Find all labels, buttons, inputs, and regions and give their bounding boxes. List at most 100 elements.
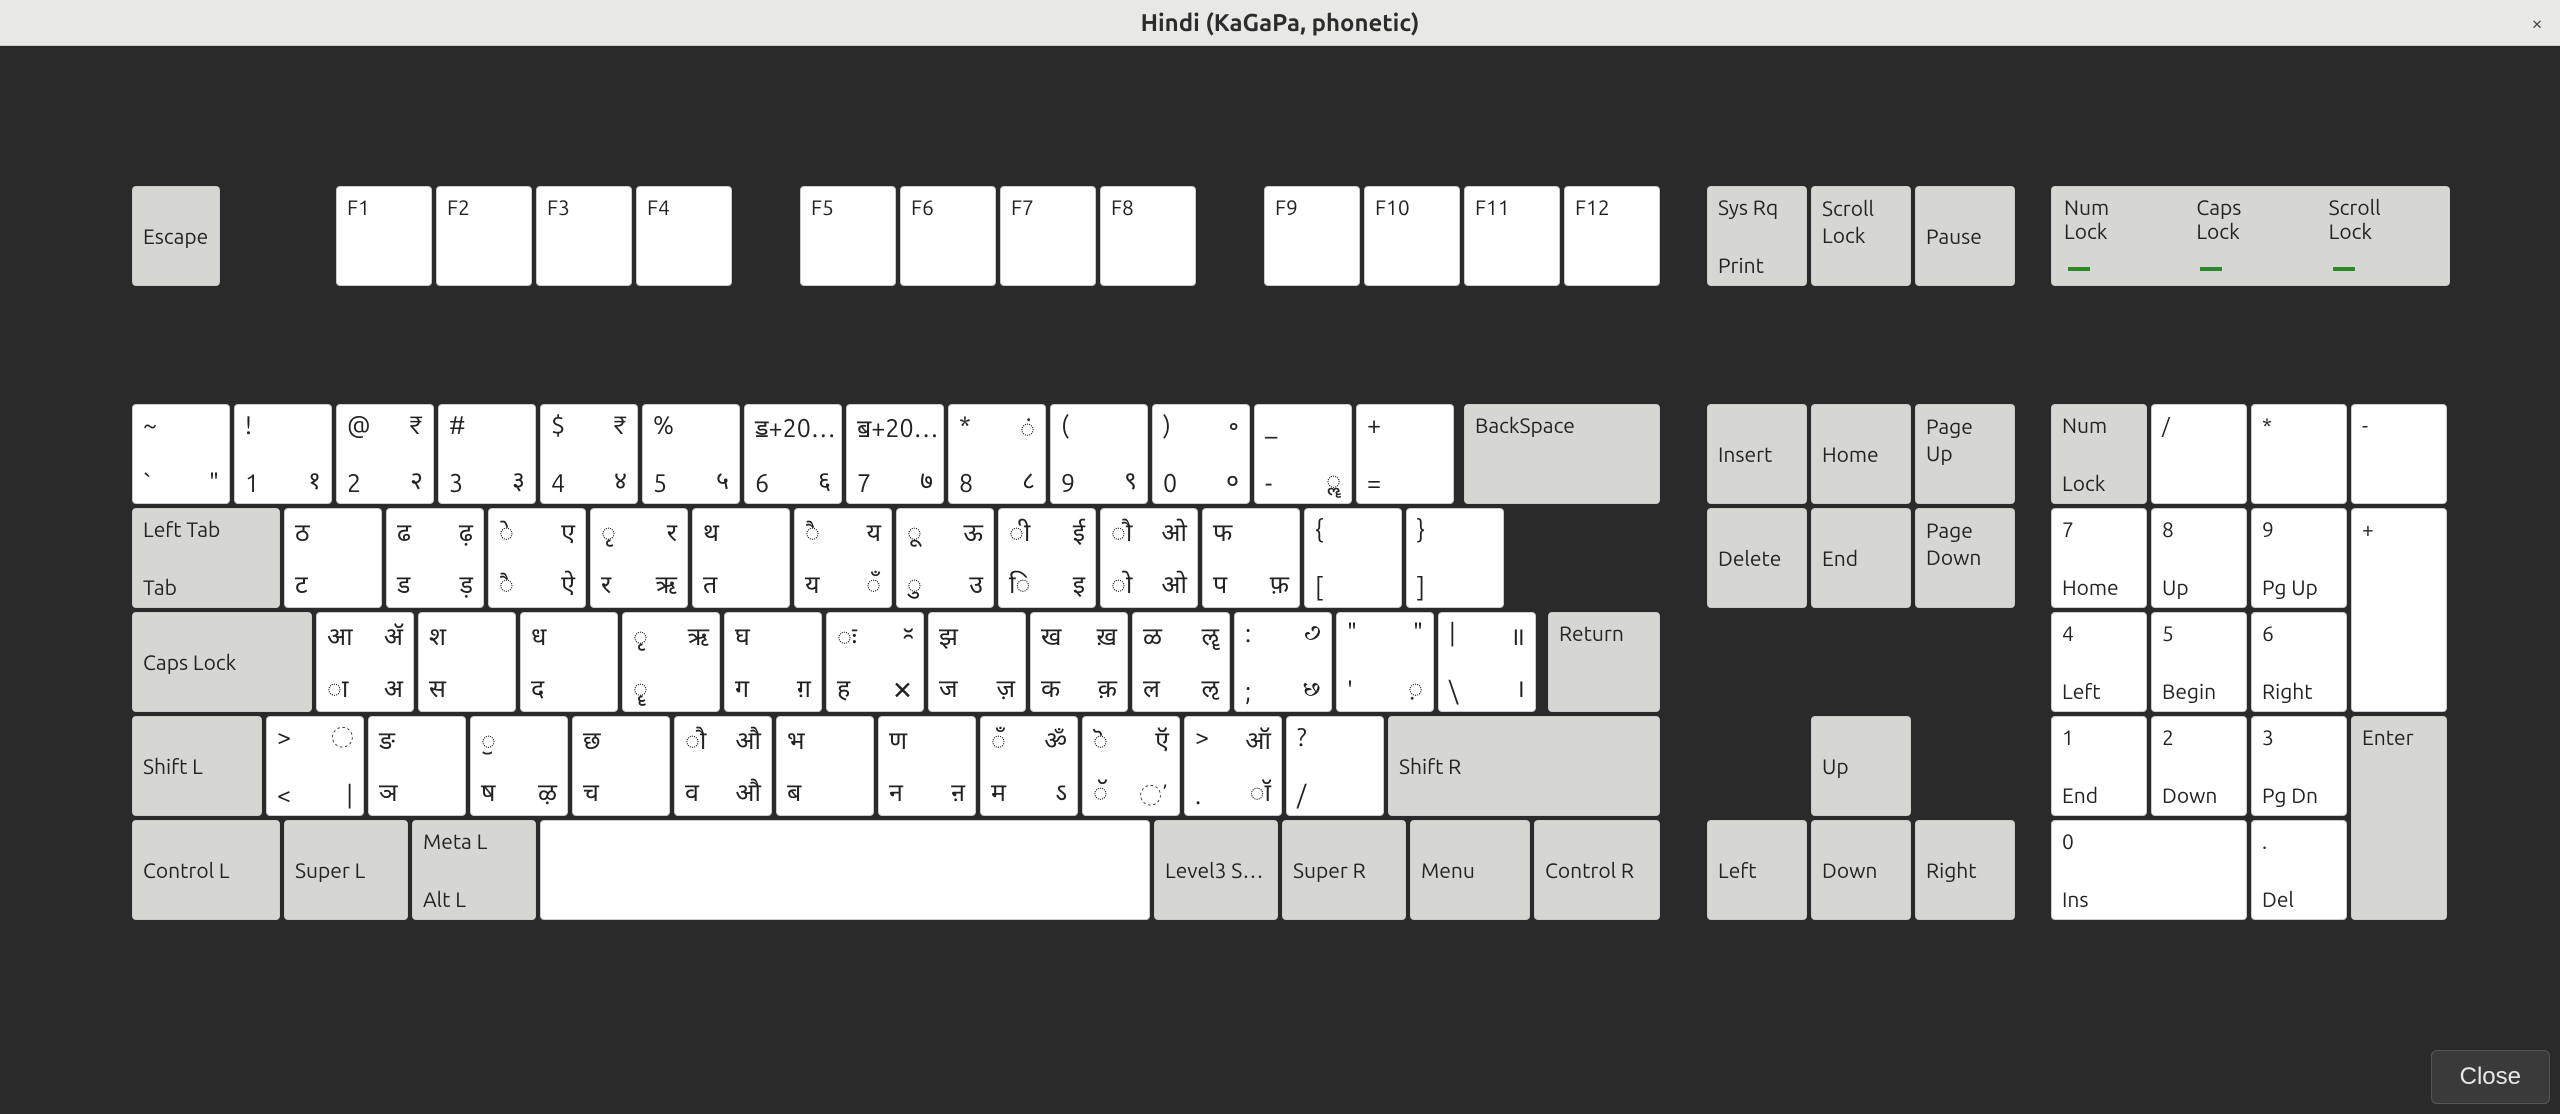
key-numpad-num[interactable]: NumLock xyxy=(2051,404,2147,504)
key-row2-3[interactable]: ◌ृररऋ xyxy=(590,508,688,608)
key-numpad-7[interactable]: 7Home xyxy=(2051,508,2147,608)
key-row2-8[interactable]: ◌ौओ◌ोओ xyxy=(1100,508,1198,608)
key-numpad-enter[interactable]: Enter xyxy=(2351,716,2447,920)
key-row1-3[interactable]: #3३ xyxy=(438,404,536,504)
key-row2-6[interactable]: ◌ूऊ◌ुउ xyxy=(896,508,994,608)
key-row2-0[interactable]: ठट xyxy=(284,508,382,608)
key-numpad-3[interactable]: 3Pg Dn xyxy=(2251,716,2347,816)
key-pause[interactable]: Pause xyxy=(1915,186,2015,286)
key-row1-11[interactable]: _-◌ॣ xyxy=(1254,404,1352,504)
key-shift-l[interactable]: Shift L xyxy=(132,716,262,816)
key-row3-8[interactable]: ळॡलऌ xyxy=(1132,612,1230,712)
key-row1-9[interactable]: (9९ xyxy=(1050,404,1148,504)
key-delete[interactable]: Delete xyxy=(1707,508,1807,608)
key-f11[interactable]: F11 xyxy=(1464,186,1560,286)
key-row4-0[interactable]: ङञ xyxy=(368,716,466,816)
key-row1-7[interactable]: ॿ+20…7७ xyxy=(846,404,944,504)
close-button[interactable]: Close xyxy=(2431,1050,2550,1104)
key-numpad-6[interactable]: 6Right xyxy=(2251,612,2347,712)
key-row3-6[interactable]: झजज़ xyxy=(928,612,1026,712)
key-row2-10[interactable]: {[ xyxy=(1304,508,1402,608)
key-row2-9[interactable]: फपफ़ xyxy=(1202,508,1300,608)
key-numpad-*[interactable]: * xyxy=(2251,404,2347,504)
key-shift-r[interactable]: Shift R xyxy=(1388,716,1660,816)
key-page-down[interactable]: Page Down xyxy=(1915,508,2015,608)
key-row2-1[interactable]: ढढ़डड़ xyxy=(386,508,484,608)
key-row3-10[interactable]: ""'◌़ xyxy=(1336,612,1434,712)
key-scroll-lock[interactable]: Scroll Lock xyxy=(1811,186,1911,286)
key-numpad-4[interactable]: 4Left xyxy=(2051,612,2147,712)
key-f12[interactable]: F12 xyxy=(1564,186,1660,286)
key-menu[interactable]: Menu xyxy=(1410,820,1530,920)
key-row3-9[interactable]: :꣹;꣸ xyxy=(1234,612,1332,712)
key-row1-10[interactable]: )॰0० xyxy=(1152,404,1250,504)
key-end[interactable]: End xyxy=(1811,508,1911,608)
key-f2[interactable]: F2 xyxy=(436,186,532,286)
key-right-arrow[interactable]: Right xyxy=(1915,820,2015,920)
key-row3-11[interactable]: |॥\। xyxy=(1438,612,1536,712)
key-f10[interactable]: F10 xyxy=(1364,186,1460,286)
key-row3-2[interactable]: धद xyxy=(520,612,618,712)
key-row1-8[interactable]: *◌ं8८ xyxy=(948,404,1046,504)
key-row4-4[interactable]: भब xyxy=(776,716,874,816)
key-f7[interactable]: F7 xyxy=(1000,186,1096,286)
key-home[interactable]: Home xyxy=(1811,404,1911,504)
key-row1-12[interactable]: += xyxy=(1356,404,1454,504)
key-row2-11[interactable]: }] xyxy=(1406,508,1504,608)
key-control-r[interactable]: Control R xyxy=(1534,820,1660,920)
key-sysrq[interactable]: Sys Rq Print xyxy=(1707,186,1807,286)
key-numpad-1[interactable]: 1End xyxy=(2051,716,2147,816)
key-super-r[interactable]: Super R xyxy=(1282,820,1406,920)
key-row4-6[interactable]: ◌ँॐमऽ xyxy=(980,716,1078,816)
key-row4-1[interactable]: ◌ॖषऴ xyxy=(470,716,568,816)
key-f5[interactable]: F5 xyxy=(800,186,896,286)
key-numpad-/[interactable]: / xyxy=(2151,404,2247,504)
key-row2-4[interactable]: थत xyxy=(692,508,790,608)
key-row4-8[interactable]: >ऑ.◌ॉ xyxy=(1184,716,1282,816)
key-backspace[interactable]: BackSpace xyxy=(1464,404,1660,504)
key-row2-5[interactable]: ◌ैयय◌ँ xyxy=(794,508,892,608)
key-return[interactable]: Return xyxy=(1548,612,1660,712)
key-insert[interactable]: Insert xyxy=(1707,404,1807,504)
key-space[interactable] xyxy=(540,820,1150,920)
key-f8[interactable]: F8 xyxy=(1100,186,1196,286)
key-numpad--[interactable]: - xyxy=(2351,404,2447,504)
key-row1-1[interactable]: !1१ xyxy=(234,404,332,504)
key-row1-2[interactable]: @₹2२ xyxy=(336,404,434,504)
key-row1-0[interactable]: ~`" xyxy=(132,404,230,504)
key-row3-7[interactable]: खख़कक़ xyxy=(1030,612,1128,712)
key-down-arrow[interactable]: Down xyxy=(1811,820,1911,920)
key-row3-5[interactable]: ◌ःᳲह✕ xyxy=(826,612,924,712)
key-numpad-5[interactable]: 5Begin xyxy=(2151,612,2247,712)
key-super-l[interactable]: Super L xyxy=(284,820,408,920)
key-row4-3[interactable]: ◌ौऔवऔ xyxy=(674,716,772,816)
key-row4-5[interactable]: णनऩ xyxy=(878,716,976,816)
key-numpad-9[interactable]: 9Pg Up xyxy=(2251,508,2347,608)
key-numpad-8[interactable]: 8Up xyxy=(2151,508,2247,608)
key-level3-shift[interactable]: Level3 S… xyxy=(1154,820,1278,920)
key-row4-2[interactable]: छच xyxy=(572,716,670,816)
key-escape[interactable]: Escape xyxy=(132,186,220,286)
key-row1-5[interactable]: %5५ xyxy=(642,404,740,504)
key-f9[interactable]: F9 xyxy=(1264,186,1360,286)
key-numpad-+[interactable]: + xyxy=(2351,508,2447,712)
key-row3-4[interactable]: घगग़ xyxy=(724,612,822,712)
key-ltgt[interactable]: > ◌ < | xyxy=(266,716,364,816)
key-row3-0[interactable]: आॲ◌ाअ xyxy=(316,612,414,712)
key-row2-7[interactable]: ◌ीई◌िइ xyxy=(998,508,1096,608)
key-alt-l[interactable]: Meta L Alt L xyxy=(412,820,536,920)
key-row4-9[interactable]: ?/ xyxy=(1286,716,1384,816)
key-row3-1[interactable]: शस xyxy=(418,612,516,712)
key-up-arrow[interactable]: Up xyxy=(1811,716,1911,816)
key-caps-lock[interactable]: Caps Lock xyxy=(132,612,312,712)
key-f1[interactable]: F1 xyxy=(336,186,432,286)
key-row1-6[interactable]: ॾ+20…6६ xyxy=(744,404,842,504)
key-control-l[interactable]: Control L xyxy=(132,820,280,920)
close-icon[interactable]: × xyxy=(2522,8,2552,38)
key-page-up[interactable]: Page Up xyxy=(1915,404,2015,504)
key-f3[interactable]: F3 xyxy=(536,186,632,286)
key-row3-3[interactable]: ◌ृऋ◌ॄ xyxy=(622,612,720,712)
key-numpad-2[interactable]: 2Down xyxy=(2151,716,2247,816)
key-numpad-0[interactable]: 0Ins xyxy=(2051,820,2247,920)
key-f6[interactable]: F6 xyxy=(900,186,996,286)
